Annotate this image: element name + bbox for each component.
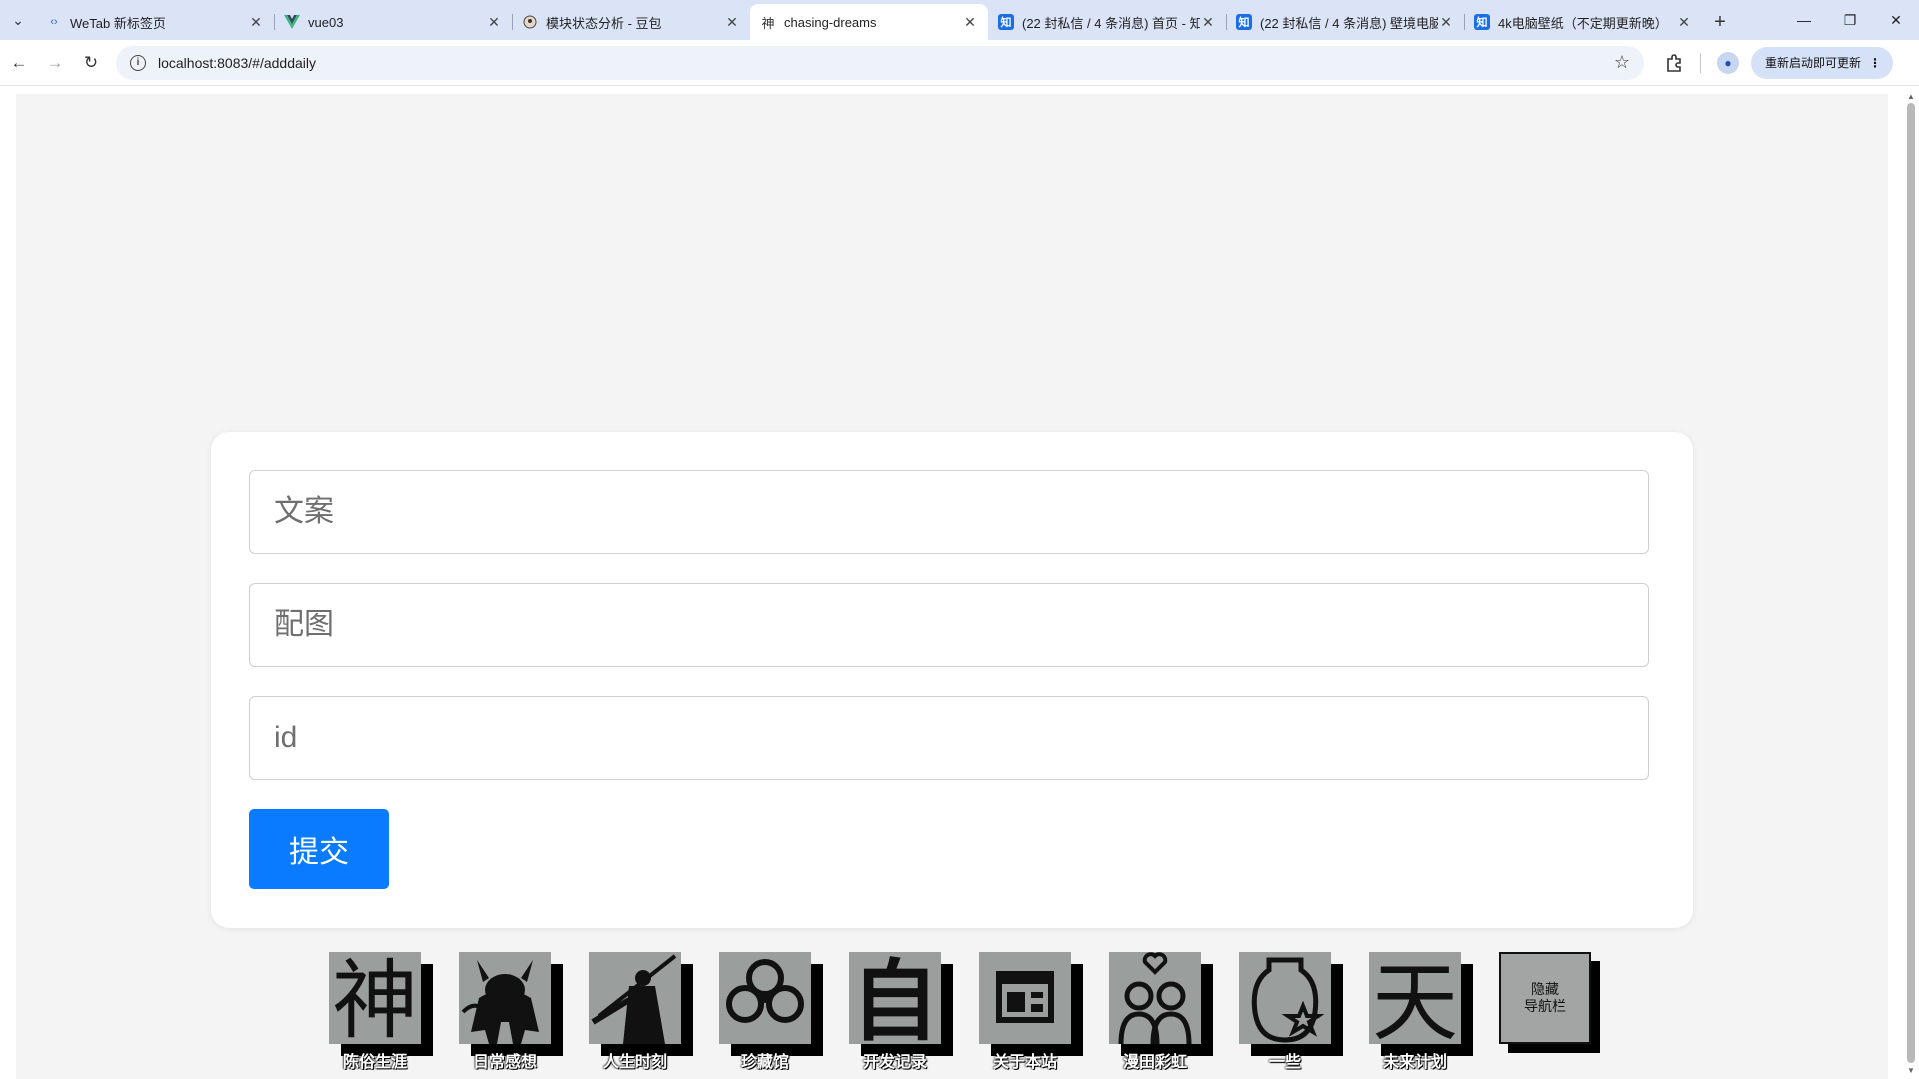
page-viewport: 提交 神 陈俗生涯 日常感想 人生时刻 [0, 87, 1919, 1079]
nav-item-label: 未来计划 [1382, 1054, 1447, 1070]
scroll-up-arrow-icon[interactable]: ▲ [1903, 89, 1919, 103]
update-button[interactable]: 重新启动即可更新 ⋮ [1751, 46, 1894, 79]
tab-zhihu-home[interactable]: 知 (22 封私信 / 4 条消息) 首页 - 知 ✕ [988, 4, 1226, 40]
close-tab-icon[interactable]: ✕ [724, 14, 740, 31]
nav-item-label: 关于本站 [992, 1054, 1057, 1070]
tab-wetab[interactable]: ‹› WeTab 新标签页 ✕ [36, 4, 274, 40]
demon-figure-icon [459, 952, 551, 1044]
tab-label: (22 封私信 / 4 条消息) 首页 - 知 [1022, 15, 1200, 31]
nav-item-label: 陈俗生涯 [342, 1054, 407, 1070]
nav-item-future-plan[interactable]: 天 未来计划 [1369, 952, 1461, 1070]
scroll-down-arrow-icon[interactable]: ▼ [1903, 1063, 1919, 1077]
address-bar[interactable]: i localhost:8083/#/adddaily ☆ [116, 45, 1644, 80]
tab-search-chevron-icon[interactable]: ⌄ [0, 0, 36, 40]
zhihu-icon: 知 [998, 14, 1014, 30]
nav-item-some[interactable]: 一些 [1239, 952, 1331, 1070]
bookmark-star-icon[interactable]: ☆ [1614, 52, 1630, 73]
shen-icon: 神 [761, 15, 775, 31]
submit-button[interactable]: 提交 [249, 809, 389, 889]
close-tab-icon[interactable]: ✕ [962, 14, 978, 31]
bottom-navigation: 神 陈俗生涯 日常感想 人生时刻 珍藏馆 自 开发记录 关于本站 漫田彩虹 一些… [16, 952, 1888, 1079]
tab-label: 4k电脑壁纸（不定期更新晚） [1498, 15, 1668, 31]
tab-zhihu-wallpaper[interactable]: 知 (22 封私信 / 4 条消息) 壁境电脑 ✕ [1226, 4, 1464, 40]
hide-navbar-tile: 隐藏 导航栏 [1499, 952, 1591, 1044]
clover-knot-icon [719, 952, 811, 1044]
hide-navbar-label-line1: 隐藏 [1531, 981, 1559, 997]
tab-label: vue03 [308, 14, 344, 30]
add-daily-form-card: 提交 [211, 432, 1693, 928]
close-tab-icon[interactable]: ✕ [1676, 14, 1692, 31]
extensions-puzzle-icon[interactable] [1656, 46, 1692, 80]
reload-icon[interactable]: ↻ [74, 46, 108, 80]
nav-item-label: 日常感想 [472, 1054, 537, 1070]
zhihu-icon: 知 [1474, 14, 1490, 30]
nav-item-life-moments[interactable]: 人生时刻 [589, 952, 681, 1070]
close-window-icon[interactable]: ✕ [1873, 0, 1919, 40]
new-tab-button[interactable]: + [1702, 4, 1738, 40]
nav-item-collection[interactable]: 珍藏馆 [719, 952, 811, 1070]
window-controls: — ❐ ✕ [1781, 0, 1919, 40]
browser-toolbar: ← → ↻ i localhost:8083/#/adddaily ☆ ● 重新… [0, 40, 1919, 86]
layout-window-icon [979, 952, 1071, 1044]
svg-text:神: 神 [332, 952, 418, 1044]
tab-vue03[interactable]: vue03 ✕ [274, 4, 512, 40]
nav-item-label: 漫田彩虹 [1122, 1054, 1187, 1070]
minimize-icon[interactable]: — [1781, 0, 1827, 40]
close-tab-icon[interactable]: ✕ [486, 14, 502, 31]
hide-navbar-label-line2: 导航栏 [1524, 998, 1566, 1014]
vue-icon [284, 14, 300, 30]
svg-text:自: 自 [851, 952, 939, 1044]
tab-doubao[interactable]: 模块状态分析 - 豆包 ✕ [512, 4, 750, 40]
zi-calligraphy-icon: 自 [849, 952, 941, 1044]
scrollbar-thumb[interactable] [1907, 103, 1915, 1063]
tab-strip: ⌄ ‹› WeTab 新标签页 ✕ vue03 ✕ 模块状态分析 - 豆包 ✕ … [0, 0, 1919, 40]
nav-item-chensu[interactable]: 神 陈俗生涯 [329, 952, 421, 1070]
nav-item-daily-thoughts[interactable]: 日常感想 [459, 952, 551, 1070]
wetab-icon: ‹› [50, 16, 58, 28]
nav-item-label: 开发记录 [862, 1054, 927, 1070]
close-tab-icon[interactable]: ✕ [248, 14, 264, 31]
tab-zhihu-4k[interactable]: 知 4k电脑壁纸（不定期更新晚） ✕ [1464, 4, 1702, 40]
tab-label: WeTab 新标签页 [70, 15, 166, 31]
tab-label: (22 封私信 / 4 条消息) 壁境电脑 [1260, 15, 1438, 31]
copy-text-input[interactable] [249, 470, 1649, 554]
nav-item-label: 一些 [1268, 1054, 1301, 1070]
page-background: 提交 神 陈俗生涯 日常感想 人生时刻 [16, 94, 1888, 1079]
nav-item-label: 人生时刻 [602, 1054, 667, 1070]
profile-avatar-icon[interactable]: ● [1717, 51, 1739, 74]
nav-item-rainbow[interactable]: 漫田彩虹 [1109, 952, 1201, 1070]
close-tab-icon[interactable]: ✕ [1200, 14, 1216, 31]
update-label: 重新启动即可更新 [1765, 56, 1862, 70]
id-input[interactable] [249, 696, 1649, 780]
image-url-input[interactable] [249, 583, 1649, 667]
restore-icon[interactable]: ❐ [1827, 0, 1873, 40]
couple-heart-icon [1109, 952, 1201, 1044]
tab-label: chasing-dreams [784, 14, 877, 30]
shen-calligraphy-icon: 神 [329, 952, 421, 1044]
doubao-icon [522, 14, 538, 30]
vertical-scrollbar[interactable]: ▲ ▼ [1903, 87, 1919, 1079]
nav-item-dev-log[interactable]: 自 开发记录 [849, 952, 941, 1070]
back-arrow-icon[interactable]: ← [2, 46, 36, 80]
close-tab-icon[interactable]: ✕ [1438, 14, 1454, 31]
svg-text:天: 天 [1372, 953, 1458, 1044]
url-text[interactable]: localhost:8083/#/adddaily [158, 55, 1614, 71]
tian-calligraphy-icon: 天 [1369, 952, 1461, 1044]
warrior-figure-icon [589, 952, 681, 1044]
nav-item-about[interactable]: 关于本站 [979, 952, 1071, 1070]
toolbar-divider [1700, 52, 1701, 73]
jar-star-icon [1239, 952, 1331, 1044]
tab-label: 模块状态分析 - 豆包 [546, 15, 662, 31]
zhihu-icon: 知 [1236, 14, 1252, 30]
tab-chasing-dreams[interactable]: 神 chasing-dreams ✕ [750, 4, 988, 40]
nav-item-label: 珍藏馆 [740, 1054, 789, 1070]
menu-dots-icon: ⋮ [1869, 55, 1882, 70]
forward-arrow-icon[interactable]: → [38, 46, 72, 80]
site-info-icon[interactable]: i [130, 54, 146, 71]
hide-navbar-button[interactable]: 隐藏 导航栏 [1499, 952, 1591, 1062]
